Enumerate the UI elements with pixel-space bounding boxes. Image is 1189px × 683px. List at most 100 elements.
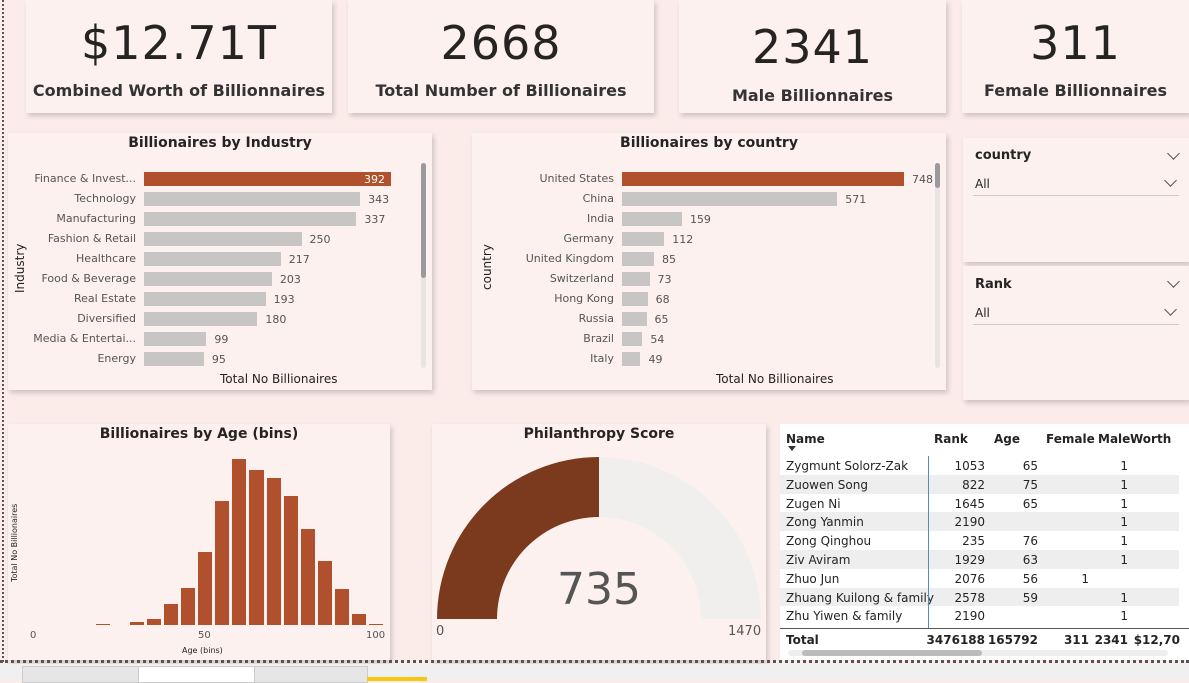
histogram-bar[interactable]: [232, 459, 247, 625]
histogram-bar[interactable]: [352, 613, 367, 625]
bar[interactable]: [622, 172, 904, 186]
bar[interactable]: [622, 332, 643, 346]
bar[interactable]: [622, 272, 650, 286]
scrollbar-thumb[interactable]: [421, 163, 426, 278]
sort-descending-icon[interactable]: [788, 446, 796, 451]
page-tab[interactable]: [22, 666, 140, 683]
column-header[interactable]: Age: [994, 432, 1020, 446]
bar[interactable]: [144, 192, 361, 206]
table-cell: 1: [1120, 553, 1128, 567]
bar-label: Switzerland: [549, 272, 614, 285]
bar[interactable]: [622, 312, 647, 326]
slicer-dropdown[interactable]: All: [973, 300, 1179, 325]
bar[interactable]: [622, 352, 641, 366]
page-tab-active[interactable]: [138, 666, 256, 683]
column-header[interactable]: Rank: [934, 432, 968, 446]
page-tab[interactable]: [254, 666, 368, 683]
histogram-bar[interactable]: [283, 496, 298, 625]
bar[interactable]: [622, 252, 655, 266]
table-row[interactable]: Zhuo Jun 2076 56 1: [780, 568, 1179, 588]
country-bar-chart[interactable]: Billionaires by country country United S…: [472, 133, 946, 390]
page-tab-highlight[interactable]: [367, 677, 427, 681]
bar-value-label: 343: [368, 193, 390, 206]
rank-slicer[interactable]: Rank All: [963, 266, 1189, 400]
billionaires-table[interactable]: Name Rank Age Female Male Worth Zygmunt Solor…: [780, 424, 1189, 660]
table-row[interactable]: Zhu Yiwen & family 2190 1: [780, 606, 1179, 626]
collapse-chevron-icon[interactable]: [1167, 275, 1180, 288]
histogram-bar[interactable]: [95, 623, 110, 625]
histogram-bar[interactable]: [146, 619, 161, 625]
table-cell: Zhuo Jun: [786, 571, 840, 586]
industry-bar-chart[interactable]: Billionaires by Industry Industry Financ…: [8, 133, 432, 390]
table-cell: 235: [962, 534, 985, 549]
slicer-value: All: [975, 306, 990, 320]
kpi-card-male-billionaires[interactable]: 2341 Male Billionnaires: [679, 0, 946, 113]
bar-label: Manufacturing: [56, 212, 136, 225]
total-cell: 311: [1063, 633, 1089, 647]
bar[interactable]: [144, 172, 391, 186]
gauge-min: 0: [436, 624, 445, 639]
column-header[interactable]: Worth: [1130, 432, 1171, 446]
table-row[interactable]: Zong Yanmin 2190 1: [780, 512, 1179, 532]
histogram-bar[interactable]: [317, 560, 332, 625]
total-cell: 2341: [1094, 633, 1128, 647]
kpi-card-female-billionaires[interactable]: 311 Female Billionnaires: [962, 0, 1189, 113]
age-histogram[interactable]: Billionaires by Age (bins) Total No Bill…: [8, 424, 390, 660]
slicer-dropdown[interactable]: All: [973, 171, 1179, 196]
bar[interactable]: [144, 232, 302, 246]
bar[interactable]: [144, 352, 204, 366]
bar[interactable]: [144, 272, 272, 286]
histogram-bar[interactable]: [163, 603, 179, 625]
scrollbar-thumb[interactable]: [935, 163, 940, 188]
histogram-bar[interactable]: [215, 501, 230, 625]
table-row[interactable]: Zygmunt Solorz-Zak 1053 65 1: [780, 456, 1179, 475]
bar-value-label: 54: [650, 333, 665, 346]
page-tab-strip[interactable]: [0, 664, 1189, 683]
histogram-bar[interactable]: [129, 622, 144, 625]
bar[interactable]: [144, 292, 266, 306]
histogram-bar[interactable]: [198, 551, 213, 625]
bar[interactable]: [622, 212, 682, 226]
histogram-bar[interactable]: [181, 587, 196, 625]
bar-value-label: 73: [657, 273, 672, 286]
country-slicer[interactable]: country All: [963, 138, 1189, 262]
histogram-bar[interactable]: [266, 477, 281, 625]
column-header[interactable]: Female: [1046, 432, 1095, 446]
table-row[interactable]: Zugen Ni 1645 65 1: [780, 493, 1179, 513]
histogram-bar[interactable]: [334, 589, 350, 625]
histogram-bar[interactable]: [249, 469, 264, 625]
chart-scrollbar[interactable]: [421, 163, 426, 368]
table-cell: 75: [1022, 477, 1038, 492]
bar[interactable]: [622, 292, 648, 306]
kpi-card-total-billionaires[interactable]: 2668 Total Number of Billionaires: [348, 0, 654, 113]
horizontal-scrollbar[interactable]: [788, 650, 1168, 656]
table-cell: 63: [1022, 553, 1038, 567]
chart-scrollbar[interactable]: [935, 163, 940, 368]
bar[interactable]: [144, 332, 207, 346]
table-row[interactable]: Zuowen Song 822 75 1: [780, 474, 1179, 494]
kpi-label: Combined Worth of Billionnaires: [32, 81, 326, 100]
scrollbar-thumb[interactable]: [802, 650, 982, 656]
bar[interactable]: [622, 232, 665, 246]
table-row[interactable]: Zong Qinghou 235 76 1: [780, 531, 1179, 550]
bar[interactable]: [144, 212, 357, 226]
table-body: Zygmunt Solorz-Zak 1053 65 1 Zuowen Song 822 7…: [780, 456, 1179, 626]
column-header[interactable]: Male: [1098, 432, 1130, 446]
bar-value-label: 65: [654, 313, 669, 326]
kpi-card-combined-worth[interactable]: $12.71T Combined Worth of Billionnaires: [26, 0, 332, 113]
vertical-scrollbar[interactable]: [1179, 456, 1185, 626]
collapse-chevron-icon[interactable]: [1167, 147, 1180, 160]
table-row[interactable]: Ziv Aviram 1929 63 1: [780, 550, 1179, 569]
table-row[interactable]: Zhuang Kuilong & family 2578 59 1: [780, 587, 1179, 607]
bar[interactable]: [144, 312, 258, 326]
philanthropy-gauge[interactable]: Philanthropy Score 735 0 1470: [432, 424, 766, 660]
table-cell: 1053: [954, 459, 985, 473]
column-divider: [928, 456, 929, 628]
column-header[interactable]: Name: [786, 432, 825, 446]
histogram-bar[interactable]: [300, 528, 315, 625]
bar-value-label: 392: [364, 173, 385, 186]
total-cell: 3476188: [926, 633, 985, 647]
bar[interactable]: [622, 192, 838, 206]
histogram-bar[interactable]: [369, 623, 384, 625]
bar[interactable]: [144, 252, 281, 266]
